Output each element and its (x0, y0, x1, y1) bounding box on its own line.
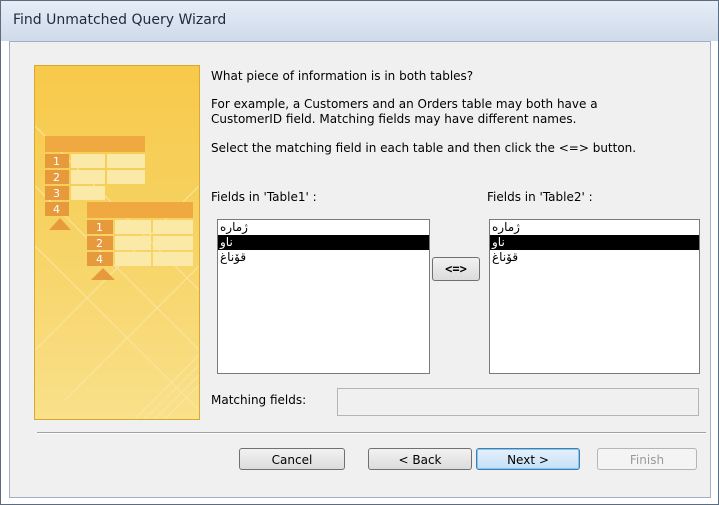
select-hint: Select the matching field in each table … (211, 141, 637, 155)
cancel-button[interactable]: Cancel (239, 448, 345, 470)
right-list-label: Fields in 'Table2' : (487, 190, 593, 204)
finish-button[interactable]: Finish (597, 448, 697, 470)
example-line-1: For example, a Customers and an Orders t… (211, 97, 598, 111)
next-button[interactable]: Next > (476, 448, 580, 470)
back-button[interactable]: < Back (368, 448, 472, 470)
left-list-label: Fields in 'Table1' : (211, 190, 317, 204)
table1-fields-list[interactable]: ژماره ناو قۆناغ (217, 219, 430, 374)
matching-fields-label: Matching fields: (211, 393, 307, 407)
table2-row-2: 2 (96, 237, 103, 250)
table1-field-item-selected[interactable]: ناو (218, 235, 429, 250)
title-bar: Find Unmatched Query Wizard (1, 1, 718, 41)
table2-fields-list[interactable]: ژماره ناو قۆناغ (489, 219, 700, 374)
tables-illustration-icon: 1 2 3 4 1 2 4 (35, 125, 199, 419)
table1-field-item[interactable]: ژماره (218, 220, 429, 235)
table1-row-1: 1 (53, 155, 60, 168)
example-line-2: CustomerID field. Matching fields may ha… (211, 112, 577, 126)
table1-row-3: 3 (53, 187, 60, 200)
table1-row-2: 2 (53, 171, 60, 184)
wizard-question: What piece of information is in both tab… (211, 69, 474, 83)
match-fields-button[interactable]: <=> (432, 257, 480, 281)
table1-row-4: 4 (53, 203, 60, 216)
table2-row-1: 1 (96, 221, 103, 234)
button-separator (37, 432, 706, 434)
table2-field-item-selected[interactable]: ناو (490, 235, 699, 250)
table1-field-item[interactable]: قۆناغ (218, 250, 429, 265)
matching-fields-display (337, 388, 699, 416)
wizard-client-area: 1 2 3 4 1 2 4 What piece of information … (9, 41, 711, 498)
table2-field-item[interactable]: قۆناغ (490, 250, 699, 265)
wizard-illustration: 1 2 3 4 1 2 4 (34, 65, 200, 420)
wizard-window: Find Unmatched Query Wizard 1 2 3 4 1 2 … (0, 0, 719, 505)
table2-field-item[interactable]: ژماره (490, 220, 699, 235)
window-title: Find Unmatched Query Wizard (13, 12, 227, 28)
table2-row-3: 4 (96, 253, 103, 266)
